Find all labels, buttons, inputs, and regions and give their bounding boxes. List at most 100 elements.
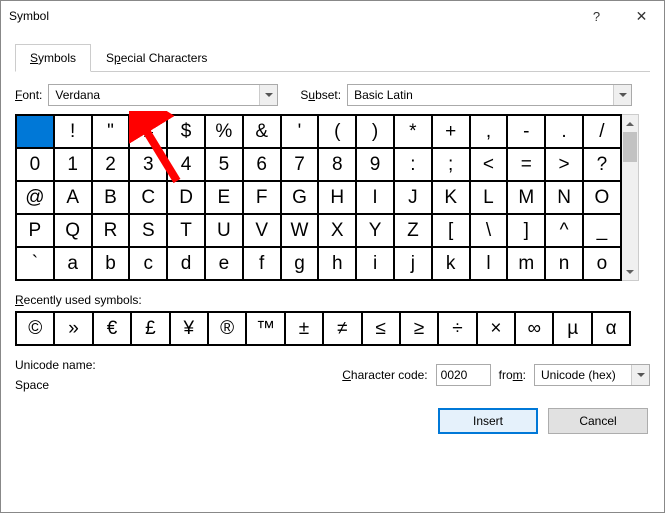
symbol-cell[interactable]: " xyxy=(92,115,130,148)
symbol-cell[interactable]: G xyxy=(281,181,319,214)
recent-cell[interactable]: ≠ xyxy=(323,312,361,345)
symbol-cell[interactable]: 5 xyxy=(205,148,243,181)
symbol-cell[interactable]: b xyxy=(92,247,130,280)
symbol-cell[interactable]: _ xyxy=(583,214,621,247)
symbol-cell[interactable]: 8 xyxy=(318,148,356,181)
symbol-cell[interactable]: U xyxy=(205,214,243,247)
symbol-cell[interactable]: i xyxy=(356,247,394,280)
subset-combo[interactable]: Basic Latin xyxy=(347,84,632,106)
symbol-cell[interactable]: \ xyxy=(470,214,508,247)
symbol-cell[interactable]: f xyxy=(243,247,281,280)
from-combo[interactable]: Unicode (hex) xyxy=(534,364,650,386)
symbol-cell[interactable]: $ xyxy=(167,115,205,148)
symbol-cell[interactable]: P xyxy=(16,214,54,247)
recent-cell[interactable]: € xyxy=(93,312,131,345)
char-code-input[interactable] xyxy=(436,364,491,386)
symbol-cell[interactable]: 2 xyxy=(92,148,130,181)
symbol-cell[interactable]: m xyxy=(507,247,545,280)
symbol-cell[interactable]: d xyxy=(167,247,205,280)
symbol-cell[interactable]: h xyxy=(318,247,356,280)
scroll-thumb[interactable] xyxy=(623,132,637,162)
symbol-cell[interactable]: - xyxy=(507,115,545,148)
symbol-cell[interactable]: . xyxy=(545,115,583,148)
tab-symbols[interactable]: Symbols xyxy=(15,44,91,72)
symbol-cell[interactable]: A xyxy=(54,181,92,214)
symbol-cell[interactable]: X xyxy=(318,214,356,247)
scrollbar[interactable] xyxy=(622,114,639,281)
recent-cell[interactable]: ® xyxy=(208,312,246,345)
recent-cell[interactable]: ± xyxy=(285,312,323,345)
symbol-cell[interactable]: D xyxy=(167,181,205,214)
symbol-cell[interactable]: F xyxy=(243,181,281,214)
symbol-cell[interactable]: , xyxy=(470,115,508,148)
symbol-cell[interactable]: W xyxy=(281,214,319,247)
chevron-down-icon[interactable] xyxy=(613,85,631,105)
symbol-cell[interactable]: O xyxy=(583,181,621,214)
scroll-up-icon[interactable] xyxy=(622,115,638,132)
symbol-cell[interactable]: c xyxy=(129,247,167,280)
recent-cell[interactable]: ™ xyxy=(246,312,284,345)
symbol-cell[interactable]: ! xyxy=(54,115,92,148)
symbol-cell[interactable]: 1 xyxy=(54,148,92,181)
symbol-cell[interactable]: / xyxy=(583,115,621,148)
font-combo[interactable]: Verdana xyxy=(48,84,278,106)
symbol-cell[interactable]: a xyxy=(54,247,92,280)
symbol-cell[interactable]: ? xyxy=(583,148,621,181)
symbol-cell[interactable]: M xyxy=(507,181,545,214)
recent-cell[interactable]: ÷ xyxy=(438,312,476,345)
recent-cell[interactable]: £ xyxy=(131,312,169,345)
symbol-cell[interactable]: % xyxy=(205,115,243,148)
symbol-cell[interactable]: 6 xyxy=(243,148,281,181)
symbol-cell[interactable]: Y xyxy=(356,214,394,247)
symbol-cell[interactable]: [ xyxy=(432,214,470,247)
symbol-cell[interactable]: 9 xyxy=(356,148,394,181)
recent-cell[interactable]: ≤ xyxy=(362,312,400,345)
symbol-cell[interactable]: 3 xyxy=(129,148,167,181)
symbol-cell[interactable]: V xyxy=(243,214,281,247)
symbol-cell[interactable]: N xyxy=(545,181,583,214)
recent-cell[interactable]: © xyxy=(16,312,54,345)
symbol-cell[interactable]: : xyxy=(394,148,432,181)
symbol-cell[interactable]: & xyxy=(243,115,281,148)
symbol-cell[interactable]: K xyxy=(432,181,470,214)
symbol-cell[interactable] xyxy=(16,115,54,148)
symbol-cell[interactable]: * xyxy=(394,115,432,148)
recent-cell[interactable]: µ xyxy=(553,312,591,345)
chevron-down-icon[interactable] xyxy=(631,365,649,385)
symbol-cell[interactable]: J xyxy=(394,181,432,214)
symbol-cell[interactable]: g xyxy=(281,247,319,280)
chevron-down-icon[interactable] xyxy=(259,85,277,105)
symbol-cell[interactable]: L xyxy=(470,181,508,214)
symbol-cell[interactable]: 0 xyxy=(16,148,54,181)
symbol-cell[interactable]: I xyxy=(356,181,394,214)
symbol-cell[interactable]: j xyxy=(394,247,432,280)
symbol-cell[interactable]: B xyxy=(92,181,130,214)
symbol-cell[interactable]: > xyxy=(545,148,583,181)
recent-cell[interactable]: ¥ xyxy=(170,312,208,345)
recent-cell[interactable]: ≥ xyxy=(400,312,438,345)
symbol-cell[interactable]: ( xyxy=(318,115,356,148)
help-button[interactable]: ? xyxy=(574,1,619,31)
symbol-cell[interactable]: ` xyxy=(16,247,54,280)
symbol-cell[interactable]: < xyxy=(470,148,508,181)
symbol-cell[interactable]: ) xyxy=(356,115,394,148)
symbol-cell[interactable]: H xyxy=(318,181,356,214)
cancel-button[interactable]: Cancel xyxy=(548,408,648,434)
symbol-cell[interactable]: e xyxy=(205,247,243,280)
symbol-cell[interactable]: l xyxy=(470,247,508,280)
symbol-cell[interactable]: S xyxy=(129,214,167,247)
recent-cell[interactable]: » xyxy=(54,312,92,345)
symbol-cell[interactable]: T xyxy=(167,214,205,247)
symbol-cell[interactable]: ; xyxy=(432,148,470,181)
recent-cell[interactable]: α xyxy=(592,312,630,345)
symbol-cell[interactable]: ' xyxy=(281,115,319,148)
symbol-cell[interactable]: # xyxy=(129,115,167,148)
symbol-cell[interactable]: 7 xyxy=(281,148,319,181)
symbol-cell[interactable]: ^ xyxy=(545,214,583,247)
symbol-cell[interactable]: = xyxy=(507,148,545,181)
symbol-cell[interactable]: Q xyxy=(54,214,92,247)
scroll-down-icon[interactable] xyxy=(622,263,638,280)
insert-button[interactable]: Insert xyxy=(438,408,538,434)
close-button[interactable]: ✕ xyxy=(619,1,664,31)
symbol-cell[interactable]: C xyxy=(129,181,167,214)
